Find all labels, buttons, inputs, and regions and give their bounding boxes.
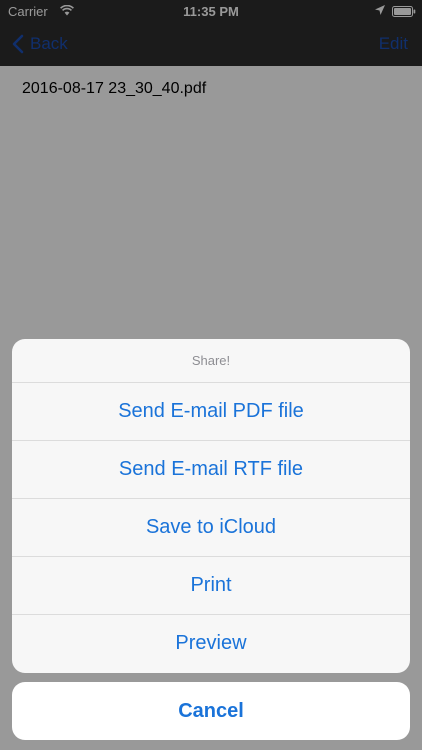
preview-button[interactable]: Preview [12,615,410,671]
save-to-icloud-button[interactable]: Save to iCloud [12,499,410,557]
cancel-button[interactable]: Cancel [12,682,410,740]
action-sheet-title: Share! [12,339,410,383]
print-button[interactable]: Print [12,557,410,615]
share-action-sheet: Share! Send E-mail PDF file Send E-mail … [12,339,410,673]
send-email-pdf-button[interactable]: Send E-mail PDF file [12,383,410,441]
send-email-rtf-button[interactable]: Send E-mail RTF file [12,441,410,499]
screen: Carrier 11:35 PM Back Edit 2016-08-17 23… [0,0,422,750]
